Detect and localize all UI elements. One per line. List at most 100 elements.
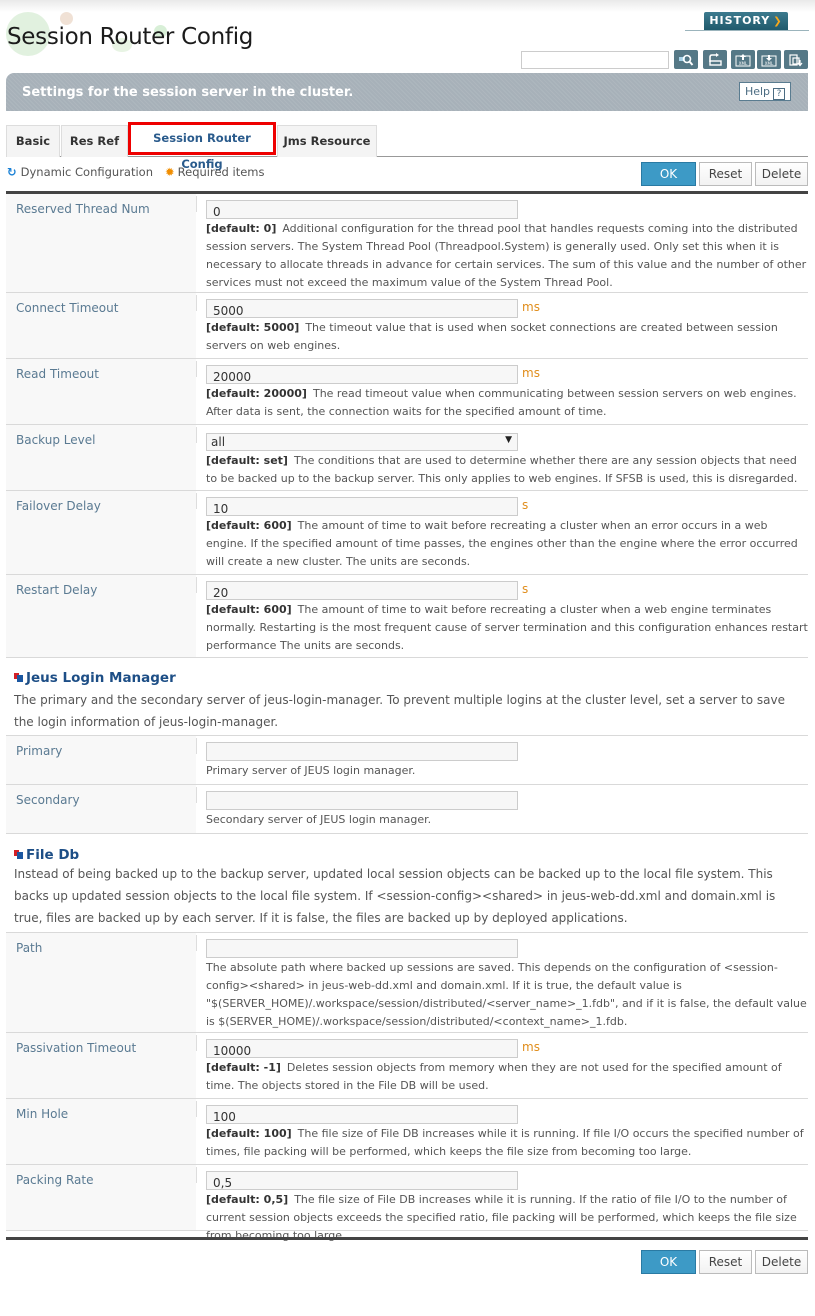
default-value: [default: 0,5] [206,1193,289,1206]
tab-bar: Basic Res Ref Session Router Config Jms … [6,122,808,171]
required-icon: ✹ [165,165,175,179]
refresh-icon [709,52,722,66]
section-title-file-db: File Db [14,847,79,863]
connect-timeout-input[interactable]: 5000 [206,299,518,318]
field-min-hole: Min Hole 100 [default: 100] The file size… [6,1099,808,1165]
field-primary: Primary Primary server of JEUS login man… [6,736,808,785]
field-help: [default: 5000] The timeout value that is… [206,319,808,355]
legend-dynamic: ↻ Dynamic Configuration [7,165,153,179]
help-text: The file size of File DB increases while… [206,1193,797,1242]
xml-download-icon: XML [761,54,777,66]
search-button[interactable] [674,50,698,69]
read-timeout-input[interactable]: 20000 [206,365,518,384]
field-label: Connect Timeout [6,293,196,358]
divider [196,787,197,803]
unit-label: ms [522,300,540,314]
divider [196,295,197,311]
default-value: [default: set] [206,454,288,467]
top-bar [0,0,815,12]
tab-res-ref[interactable]: Res Ref [61,125,128,157]
tab-jms-resource[interactable]: Jms Resource [277,125,377,157]
default-value: [default: 5000] [206,321,300,334]
xml-upload-button[interactable]: XML [731,50,755,69]
delete-button[interactable]: Delete [755,1250,808,1274]
path-input[interactable] [206,939,518,958]
field-label: Primary [6,736,196,784]
field-passivation-timeout: Passivation Timeout 10000 ms [default: -… [6,1033,808,1099]
min-hole-input[interactable]: 100 [206,1105,518,1124]
field-help: [default: 100] The file size of File DB i… [206,1125,808,1161]
divider [196,361,197,377]
packing-rate-input[interactable]: 0,5 [206,1171,518,1190]
divider [196,427,197,443]
xml-download-button[interactable]: XML [757,50,781,69]
secondary-input[interactable] [206,791,518,810]
divider [196,738,197,754]
field-label: Secondary [6,785,196,833]
help-button[interactable]: Help? [739,82,791,101]
search-input[interactable] [521,51,669,69]
field-read-timeout: Read Timeout 20000 ms [default: 20000] Th… [6,359,808,425]
unit-label: s [522,582,529,596]
field-label: Backup Level [6,425,196,490]
ok-button[interactable]: OK [641,162,696,186]
reset-button[interactable]: Reset [699,1250,752,1274]
delete-button[interactable]: Delete [755,162,808,186]
field-help: [default: 600] The amount of time to wait… [206,601,808,655]
help-text: Additional configuration for the thread … [206,222,807,289]
export-button[interactable] [784,50,808,69]
unit-label: s [522,498,529,512]
help-text: The file size of File DB increases while… [206,1127,804,1158]
field-label: Passivation Timeout [6,1033,196,1098]
refresh-button[interactable] [703,50,727,69]
help-text: The conditions that are used to determin… [206,454,798,485]
reset-button[interactable]: Reset [699,162,752,186]
history-underline [685,30,809,31]
dynamic-config-icon: ↻ [7,165,17,179]
passivation-timeout-input[interactable]: 10000 [206,1039,518,1058]
section-title-jeus-login-manager: Jeus Login Manager [14,670,176,686]
field-secondary: Secondary Secondary server of JEUS login… [6,785,808,834]
default-value: [default: 600] [206,603,292,616]
divider [196,1167,197,1183]
failover-delay-input[interactable]: 10 [206,497,518,516]
xml-upload-icon: XML [735,53,751,66]
bottom-button-row: OK Reset Delete [641,1250,808,1274]
chevron-down-icon: ❯ [773,16,783,27]
unit-label: ms [522,1040,540,1054]
legend-required-label: Required items [177,165,265,179]
field-restart-delay: Restart Delay 20 s [default: 600] The amo… [6,575,808,658]
divider [196,493,197,509]
backup-level-select[interactable]: all ▼ [206,433,518,451]
search-icon [679,54,694,66]
field-label: Restart Delay [6,575,196,657]
unit-label: ms [522,366,540,380]
field-help: [default: 600] The amount of time to wait… [206,517,808,571]
field-help: Secondary server of JEUS login manager. [206,813,432,826]
field-help: Primary server of JEUS login manager. [206,764,416,777]
history-button[interactable]: HISTORY ❯ [704,12,788,30]
section-title-text: Jeus Login Manager [26,670,176,686]
field-backup-level: Backup Level all ▼ [default: set] The cond… [6,425,808,491]
field-label: Min Hole [6,1099,196,1164]
field-label: Packing Rate [6,1165,196,1230]
history-label: HISTORY [709,14,771,27]
export-icon [789,53,803,66]
field-failover-delay: Failover Delay 10 s [default: 600] The am… [6,491,808,575]
field-reserved-thread-num: Reserved Thread Num 0 [default: 0] Additi… [6,194,808,293]
question-icon: ? [773,88,786,100]
primary-input[interactable] [206,742,518,761]
restart-delay-input[interactable]: 20 [206,581,518,600]
tab-session-router-config[interactable]: Session Router Config [128,122,276,171]
svg-text:XML: XML [739,61,748,66]
section-description: Instead of being backed up to the backup… [14,867,776,925]
field-help: [default: 20000] The read timeout value w… [206,385,808,421]
ok-button[interactable]: OK [641,1250,696,1274]
page-description: Settings for the session server in the c… [22,85,354,100]
divider [196,196,197,212]
divider [196,935,197,951]
divider [196,1035,197,1051]
reserved-thread-num-input[interactable]: 0 [206,200,518,219]
section-bullet-icon [14,673,23,682]
tab-basic[interactable]: Basic [6,125,60,157]
